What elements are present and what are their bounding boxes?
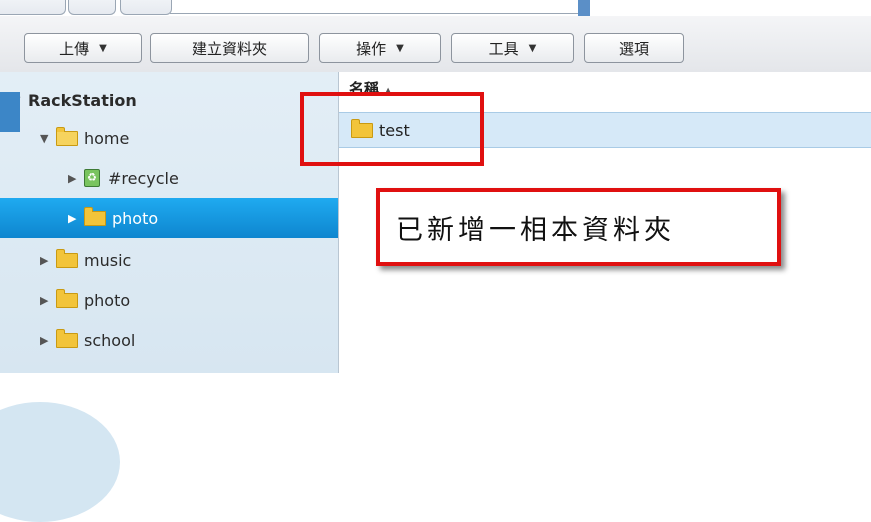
tree-item-home[interactable]: ▼ home [40,118,129,158]
tree-item-label: photo [112,208,159,228]
action-label: 操作 [356,39,387,58]
toolbar: 上傳 ▼ 建立資料夾 操作 ▼ 工具 ▼ 選項 [0,16,871,73]
folder-tree-panel: ▼ RackStation ▼ home ▶ ♻ #recycle ▶ phot… [0,72,339,522]
tools-button[interactable]: 工具 ▼ [451,33,574,63]
action-button[interactable]: 操作 ▼ [319,33,441,63]
tools-label: 工具 [488,39,519,58]
chevron-down-icon: ▼ [99,42,107,54]
callout-text: 已新增一相本資料夾 [396,214,675,246]
chevron-down-icon: ▼ [396,42,404,54]
collapsed-triangle-icon[interactable]: ▶ [40,254,56,267]
folder-icon [56,328,78,348]
folder-open-icon [56,126,78,146]
tab-1[interactable] [0,0,66,15]
annotation-callout: 已新增一相本資料夾 [376,188,781,266]
tree-root-rackstation[interactable]: ▼ RackStation [12,80,137,120]
background-decoration [0,92,20,132]
folder-icon [84,206,106,226]
tree-item-label: school [84,330,136,350]
collapsed-triangle-icon[interactable]: ▶ [40,294,56,307]
upload-label: 上傳 [59,39,90,58]
create-folder-label: 建立資料夾 [191,39,267,58]
folder-icon [56,288,78,308]
tab-divider [170,13,590,14]
options-button[interactable]: 選項 [584,33,684,63]
tree-item-photo-selected[interactable]: ▶ photo [0,198,338,238]
expanded-triangle-icon[interactable]: ▼ [40,132,56,145]
tree-item-photo[interactable]: ▶ photo [40,280,130,320]
tree-item-label: photo [84,290,131,310]
tree-item-label: music [84,250,132,270]
tab-2[interactable] [68,0,116,15]
tree-item-recycle[interactable]: ▶ ♻ #recycle [68,158,179,198]
recycle-bin-icon: ♻ [84,169,100,187]
create-folder-button[interactable]: 建立資料夾 [150,33,309,63]
folder-icon [56,248,78,268]
tab-3[interactable] [120,0,172,15]
tree-item-music[interactable]: ▶ music [40,240,131,280]
chevron-down-icon: ▼ [528,42,537,54]
tree-item-label: home [84,128,130,148]
tree-item-label: #recycle [108,168,179,188]
window-marker [578,0,590,16]
background-decoration [0,402,120,522]
highlight-box [300,92,484,166]
collapsed-triangle-icon[interactable]: ▶ [40,334,56,347]
upload-button[interactable]: 上傳 ▼ [24,33,142,63]
collapsed-triangle-icon[interactable]: ▶ [68,172,84,185]
tab-strip [0,0,871,16]
options-label: 選項 [618,39,649,58]
tree-item-school[interactable]: ▶ school [40,320,135,360]
collapsed-triangle-icon[interactable]: ▶ [68,212,84,225]
tree-root-label: RackStation [28,90,137,110]
